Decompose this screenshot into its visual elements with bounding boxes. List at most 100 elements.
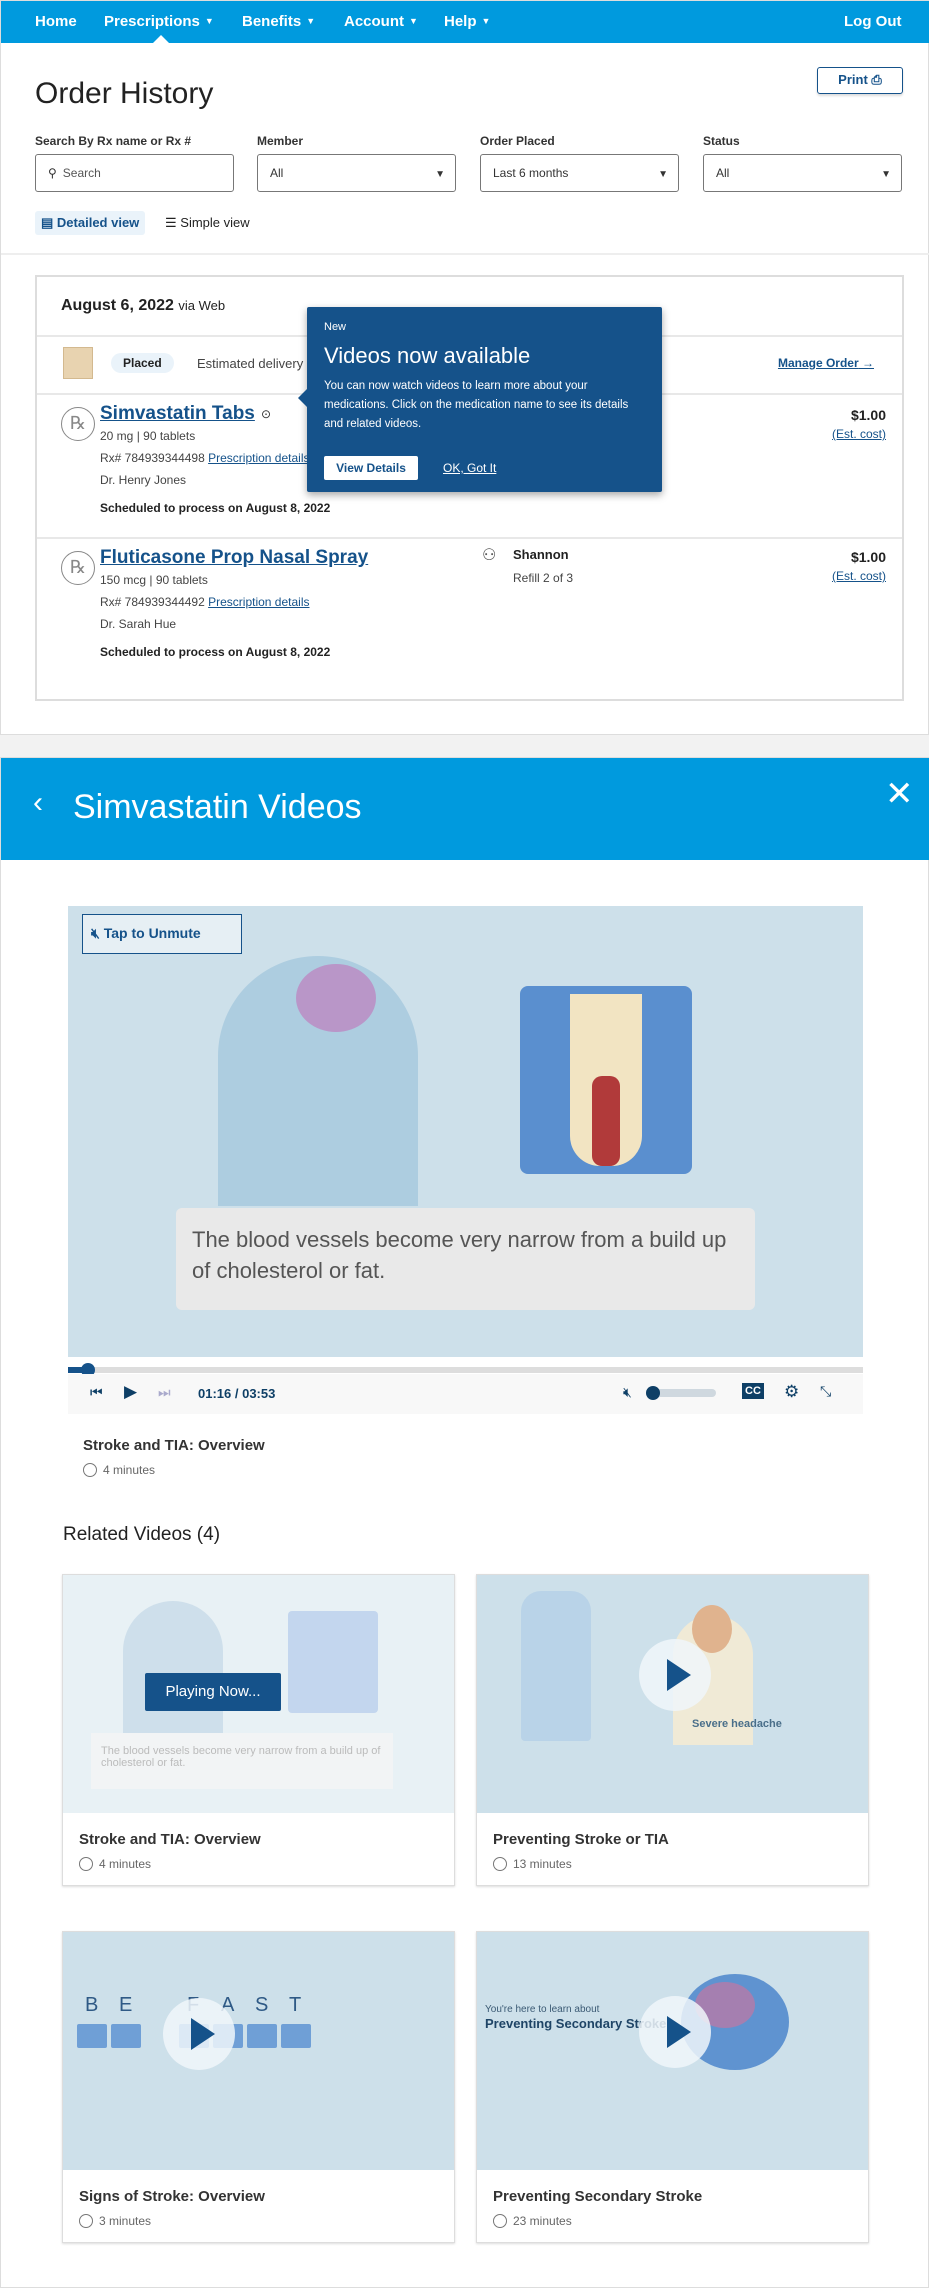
- video-card[interactable]: Playing Now... The blood vessels become …: [62, 1574, 455, 1886]
- back-icon[interactable]: ‹: [33, 786, 43, 820]
- skip-forward-icon[interactable]: ⏭: [158, 1384, 171, 1401]
- medication-link[interactable]: Fluticasone Prop Nasal Spray: [100, 547, 368, 569]
- search-icon: ⚲: [48, 166, 57, 180]
- play-button-icon[interactable]: [639, 1639, 711, 1711]
- order-source: via Web: [178, 298, 226, 313]
- order-placed-select[interactable]: Last 6 months ▼: [480, 154, 679, 192]
- view-details-button[interactable]: View Details: [324, 456, 418, 480]
- nav-account[interactable]: Account ▼: [344, 13, 418, 30]
- progress-bar[interactable]: [68, 1363, 863, 1377]
- current-video-duration: 4 minutes: [83, 1463, 155, 1477]
- nav-label: Account: [344, 13, 404, 30]
- logout-link[interactable]: Log Out: [844, 13, 901, 30]
- price: $1.00: [850, 407, 886, 423]
- order-placed-value: Last 6 months: [493, 166, 569, 180]
- search-placeholder: Search: [62, 166, 101, 180]
- detailed-view-label: Detailed view: [56, 215, 140, 230]
- active-nav-pointer: [153, 35, 169, 43]
- prescription-details-link[interactable]: Prescription details: [208, 451, 309, 465]
- video-card-duration: 13 minutes: [493, 1857, 572, 1871]
- price: $1.00: [850, 549, 886, 565]
- caret-down-icon: ▼: [409, 16, 418, 26]
- playing-now-badge: Playing Now...: [145, 1673, 281, 1711]
- prescription-details-link[interactable]: Prescription details: [208, 595, 309, 609]
- member-select[interactable]: All ▼: [257, 154, 456, 192]
- video-caption: The blood vessels become very narrow fro…: [176, 1208, 755, 1310]
- muted-icon: 🔇︎: [91, 925, 100, 941]
- est-cost-link[interactable]: (Est. cost): [832, 569, 886, 583]
- play-button-icon[interactable]: [639, 1996, 711, 2068]
- close-icon[interactable]: ✕: [885, 774, 914, 814]
- video-card-duration: 3 minutes: [79, 2214, 151, 2228]
- person-icon: ⚇: [482, 547, 497, 564]
- status-label: Status: [703, 134, 740, 148]
- volume-slider[interactable]: [646, 1386, 716, 1400]
- simple-view-label: Simple view: [180, 215, 250, 230]
- video-play-icon[interactable]: ⊙: [261, 407, 271, 421]
- nav-home[interactable]: Home: [35, 13, 77, 30]
- videos-tooltip: New Videos now available You can now wat…: [298, 307, 662, 492]
- nav-benefits[interactable]: Benefits ▼: [242, 13, 315, 30]
- clock-icon: [83, 1463, 97, 1477]
- divider: [37, 537, 902, 539]
- list-simple-icon: ☰: [165, 215, 177, 230]
- member-name: Shannon: [513, 547, 569, 562]
- medication-link[interactable]: Simvastatin Tabs: [100, 403, 255, 425]
- volume-handle[interactable]: [646, 1386, 660, 1400]
- thumbnail-subtitle: You're here to learn about: [485, 2004, 600, 2015]
- current-video-title: Stroke and TIA: Overview: [83, 1437, 265, 1454]
- videos-panel: ‹ Simvastatin Videos ✕ 🔇︎ Tap to Unmute …: [0, 757, 929, 2288]
- clock-icon: [493, 1857, 507, 1871]
- member-label: Member: [257, 134, 304, 148]
- brain-illustration: [296, 964, 376, 1032]
- video-card[interactable]: Severe headache Preventing Stroke or TIA…: [476, 1574, 869, 1886]
- video-card-title: Signs of Stroke: Overview: [79, 2188, 265, 2205]
- detailed-view-toggle[interactable]: ▤ Detailed view: [35, 211, 146, 235]
- video-thumbnail: You're here to learn about Preventing Se…: [477, 1932, 868, 2170]
- tooltip-tag: New: [324, 321, 347, 333]
- nav-help[interactable]: Help ▼: [444, 13, 490, 30]
- list-detailed-icon: ▤: [41, 215, 54, 230]
- video-player[interactable]: 🔇︎ Tap to Unmute The blood vessels becom…: [68, 906, 863, 1357]
- befast-letter: S: [255, 1994, 269, 2016]
- clock-icon: [79, 1857, 93, 1871]
- video-card-title: Preventing Secondary Stroke: [493, 2188, 703, 2205]
- caret-down-icon: ▼: [204, 16, 214, 26]
- rewind-icon[interactable]: ⏮: [90, 1384, 103, 1401]
- play-icon[interactable]: ▶: [124, 1382, 137, 1402]
- arrow-right-icon: →: [862, 356, 874, 370]
- rx-icon: ℞: [61, 407, 95, 441]
- befast-letter: T: [289, 1994, 302, 2016]
- status-badge: Placed: [111, 353, 174, 373]
- search-input[interactable]: ⚲ Search: [35, 154, 234, 192]
- video-card[interactable]: You're here to learn about Preventing Se…: [476, 1931, 869, 2243]
- cc-button[interactable]: CC: [742, 1383, 764, 1399]
- doctor: Dr. Henry Jones: [100, 473, 187, 487]
- video-card[interactable]: BEFAST Signs of Stroke: Overview 3 minut…: [62, 1931, 455, 2243]
- nav-label: Benefits: [242, 13, 302, 30]
- unmute-button[interactable]: 🔇︎ Tap to Unmute: [82, 914, 242, 954]
- exit-fullscreen-icon[interactable]: ⤡: [820, 1383, 831, 1400]
- nav-label: Prescriptions: [104, 13, 200, 30]
- video-controls: ⏮ ▶ ⏭ 01:16 / 03:53 🔇︎ CC ⚙ ⤡: [68, 1374, 863, 1414]
- thumbnail-caption: Severe headache: [692, 1718, 782, 1730]
- scheduled-text: Scheduled to process on August 8, 2022: [100, 501, 331, 515]
- ok-got-it-button[interactable]: OK, Got It: [443, 461, 496, 475]
- videos-title: Simvastatin Videos: [73, 788, 362, 826]
- gear-icon[interactable]: ⚙: [784, 1382, 799, 1402]
- caret-down-icon: ▼: [306, 16, 316, 26]
- status-select[interactable]: All ▼: [703, 154, 902, 192]
- clock-icon: [493, 2214, 507, 2228]
- play-button-icon[interactable]: [163, 1998, 235, 2070]
- print-button[interactable]: Print ⎙: [817, 67, 903, 94]
- simple-view-toggle[interactable]: ☰ Simple view: [159, 211, 256, 235]
- manage-order-link[interactable]: Manage Order →: [778, 356, 874, 370]
- mute-icon[interactable]: 🔇︎: [623, 1384, 632, 1401]
- est-cost-link[interactable]: (Est. cost): [832, 427, 886, 441]
- order-history-panel: Home Prescriptions ▼ Benefits ▼ Account ▼ H…: [0, 0, 929, 735]
- nav-prescriptions[interactable]: Prescriptions ▼: [104, 13, 214, 30]
- video-thumbnail: Playing Now... The blood vessels become …: [63, 1575, 454, 1813]
- rx-number: Rx# 784939344492: [100, 595, 205, 609]
- artery-illustration: [520, 986, 692, 1174]
- thumbnail-caption: The blood vessels become very narrow fro…: [91, 1733, 393, 1789]
